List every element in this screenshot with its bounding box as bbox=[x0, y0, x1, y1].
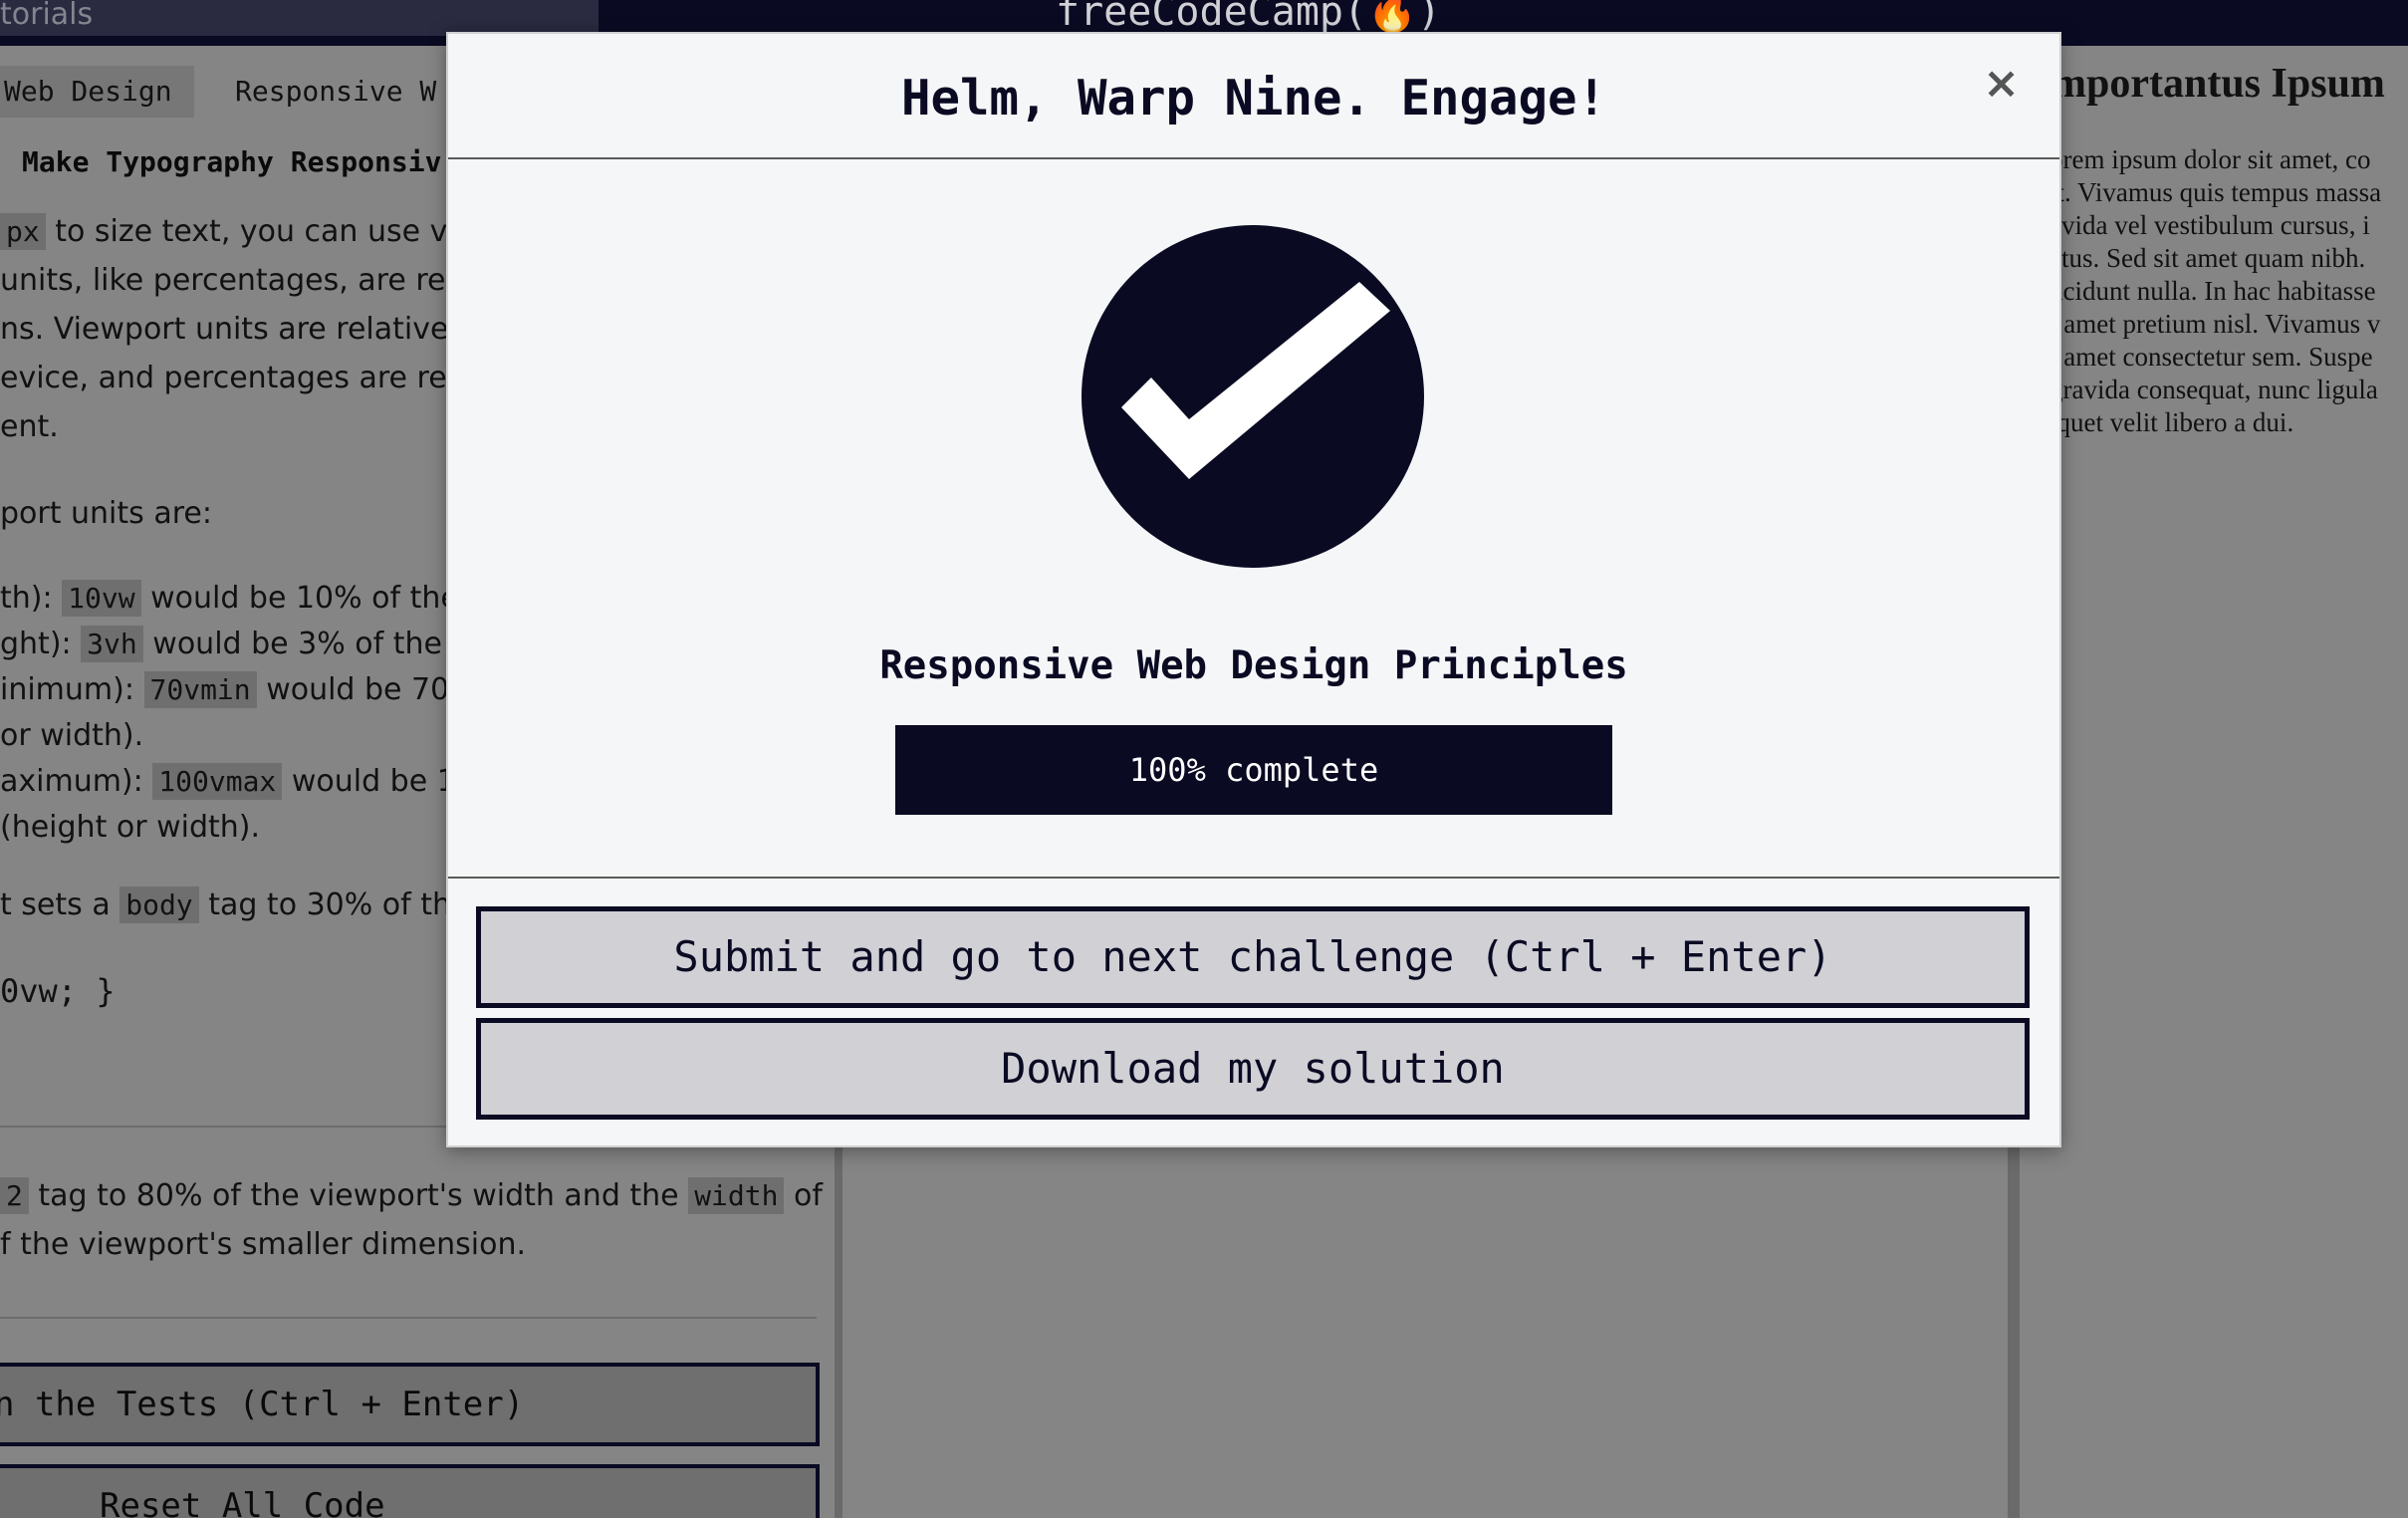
preview-line: t amet consectetur sem. Suspe bbox=[2049, 342, 2373, 372]
preview-line: ncidunt nulla. In hac habitasse bbox=[2049, 276, 2376, 306]
preview-line: avida vel vestibulum cursus, i bbox=[2049, 210, 2370, 240]
unit-prefix: (height or width). bbox=[0, 810, 261, 845]
preview-line: ctus. Sed sit amet quam nibh. bbox=[2049, 243, 2366, 273]
unit-prefix: aximum): bbox=[0, 764, 153, 799]
intro-text: evice, and percentages are relati bbox=[0, 361, 494, 395]
intro-text: ent. bbox=[0, 409, 59, 444]
download-solution-button[interactable]: Download my solution bbox=[476, 1018, 2030, 1120]
challenge-instructions: 2 tag to 80% of the viewport's width and… bbox=[0, 1171, 835, 1269]
unit-prefix: inimum): bbox=[0, 672, 144, 707]
modal-title: Helm, Warp Nine. Engage! bbox=[900, 70, 1606, 126]
search-bar[interactable]: torials bbox=[0, 0, 599, 36]
unit-text: would be 10% of the v bbox=[140, 581, 487, 616]
instruction-line: 2 tag to 80% of the viewport's width and… bbox=[0, 1171, 835, 1220]
intro-text: to size text, you can use view bbox=[45, 214, 499, 249]
challenge-title: Make Typography Responsiv bbox=[22, 145, 442, 178]
preview-line: gravida consequat, nunc ligula bbox=[2049, 375, 2378, 404]
instruction-text: of bbox=[784, 1178, 823, 1213]
preview-line: orem ipsum dolor sit amet, co bbox=[2049, 144, 2371, 174]
certification-title: Responsive Web Design Principles bbox=[879, 643, 1628, 688]
preview-line: it. Vivamus quis tempus massa bbox=[2049, 177, 2382, 207]
inline-code: 70vmin bbox=[143, 671, 257, 708]
example-text: t sets a bbox=[0, 887, 120, 922]
preview-panel: mportantus Ipsum orem ipsum dolor sit am… bbox=[2020, 46, 2408, 1518]
unit-prefix: or width). bbox=[0, 718, 144, 753]
progress-bar: 100% complete bbox=[895, 725, 1612, 815]
progress-label: 100% complete bbox=[1128, 751, 1379, 789]
modal-divider bbox=[448, 157, 2059, 159]
breadcrumb-superblock[interactable]: Web Design bbox=[0, 66, 194, 118]
inline-code: 100vmax bbox=[152, 763, 283, 800]
inline-code: 10vw bbox=[62, 580, 141, 617]
inline-code: width bbox=[688, 1177, 785, 1214]
unit-prefix: ght): bbox=[0, 627, 82, 661]
preview-paragraph: orem ipsum dolor sit amet, co it. Vivamu… bbox=[2049, 143, 2408, 439]
close-icon[interactable]: × bbox=[1983, 62, 2020, 106]
inline-code: body bbox=[120, 886, 199, 923]
modal-divider bbox=[448, 877, 2059, 879]
preview-heading: mportantus Ipsum bbox=[2051, 61, 2385, 107]
inline-code: 2 bbox=[0, 1177, 29, 1214]
instruction-line: f the viewport's smaller dimension. bbox=[0, 1227, 527, 1262]
instruction-text: tag to 80% of the viewport's width and t… bbox=[28, 1178, 689, 1213]
breadcrumb-block[interactable]: Responsive W bbox=[235, 66, 436, 118]
completion-modal: Helm, Warp Nine. Engage! × Responsive We… bbox=[446, 32, 2061, 1147]
preview-line: iquet velit libero a dui. bbox=[2049, 407, 2294, 437]
modal-header: Helm, Warp Nine. Engage! × bbox=[448, 34, 2059, 157]
reset-code-button[interactable]: Reset All Code bbox=[0, 1464, 820, 1518]
inline-code: 3vh bbox=[81, 626, 143, 662]
check-circle-icon bbox=[1082, 225, 1424, 568]
intro-text: ns. Viewport units are relative to bbox=[0, 312, 489, 347]
unit-text: would be 70% bbox=[256, 672, 478, 707]
unit-text: would be 3% of the vie bbox=[142, 627, 497, 661]
divider bbox=[0, 1317, 817, 1319]
intro-text: units, like percentages, are relativ bbox=[0, 263, 511, 298]
unit-prefix: th): bbox=[0, 581, 63, 616]
search-input-text: torials bbox=[0, 0, 94, 32]
run-tests-button[interactable]: n the Tests (Ctrl + Enter) bbox=[0, 1363, 820, 1446]
freecodecamp-logo[interactable]: freeCodeCamp(🔥) bbox=[1056, 0, 1441, 35]
preview-line: t amet pretium nisl. Vivamus v bbox=[2049, 309, 2381, 339]
submit-next-challenge-button[interactable]: Submit and go to next challenge (Ctrl + … bbox=[476, 906, 2030, 1008]
inline-code: px bbox=[0, 213, 46, 250]
